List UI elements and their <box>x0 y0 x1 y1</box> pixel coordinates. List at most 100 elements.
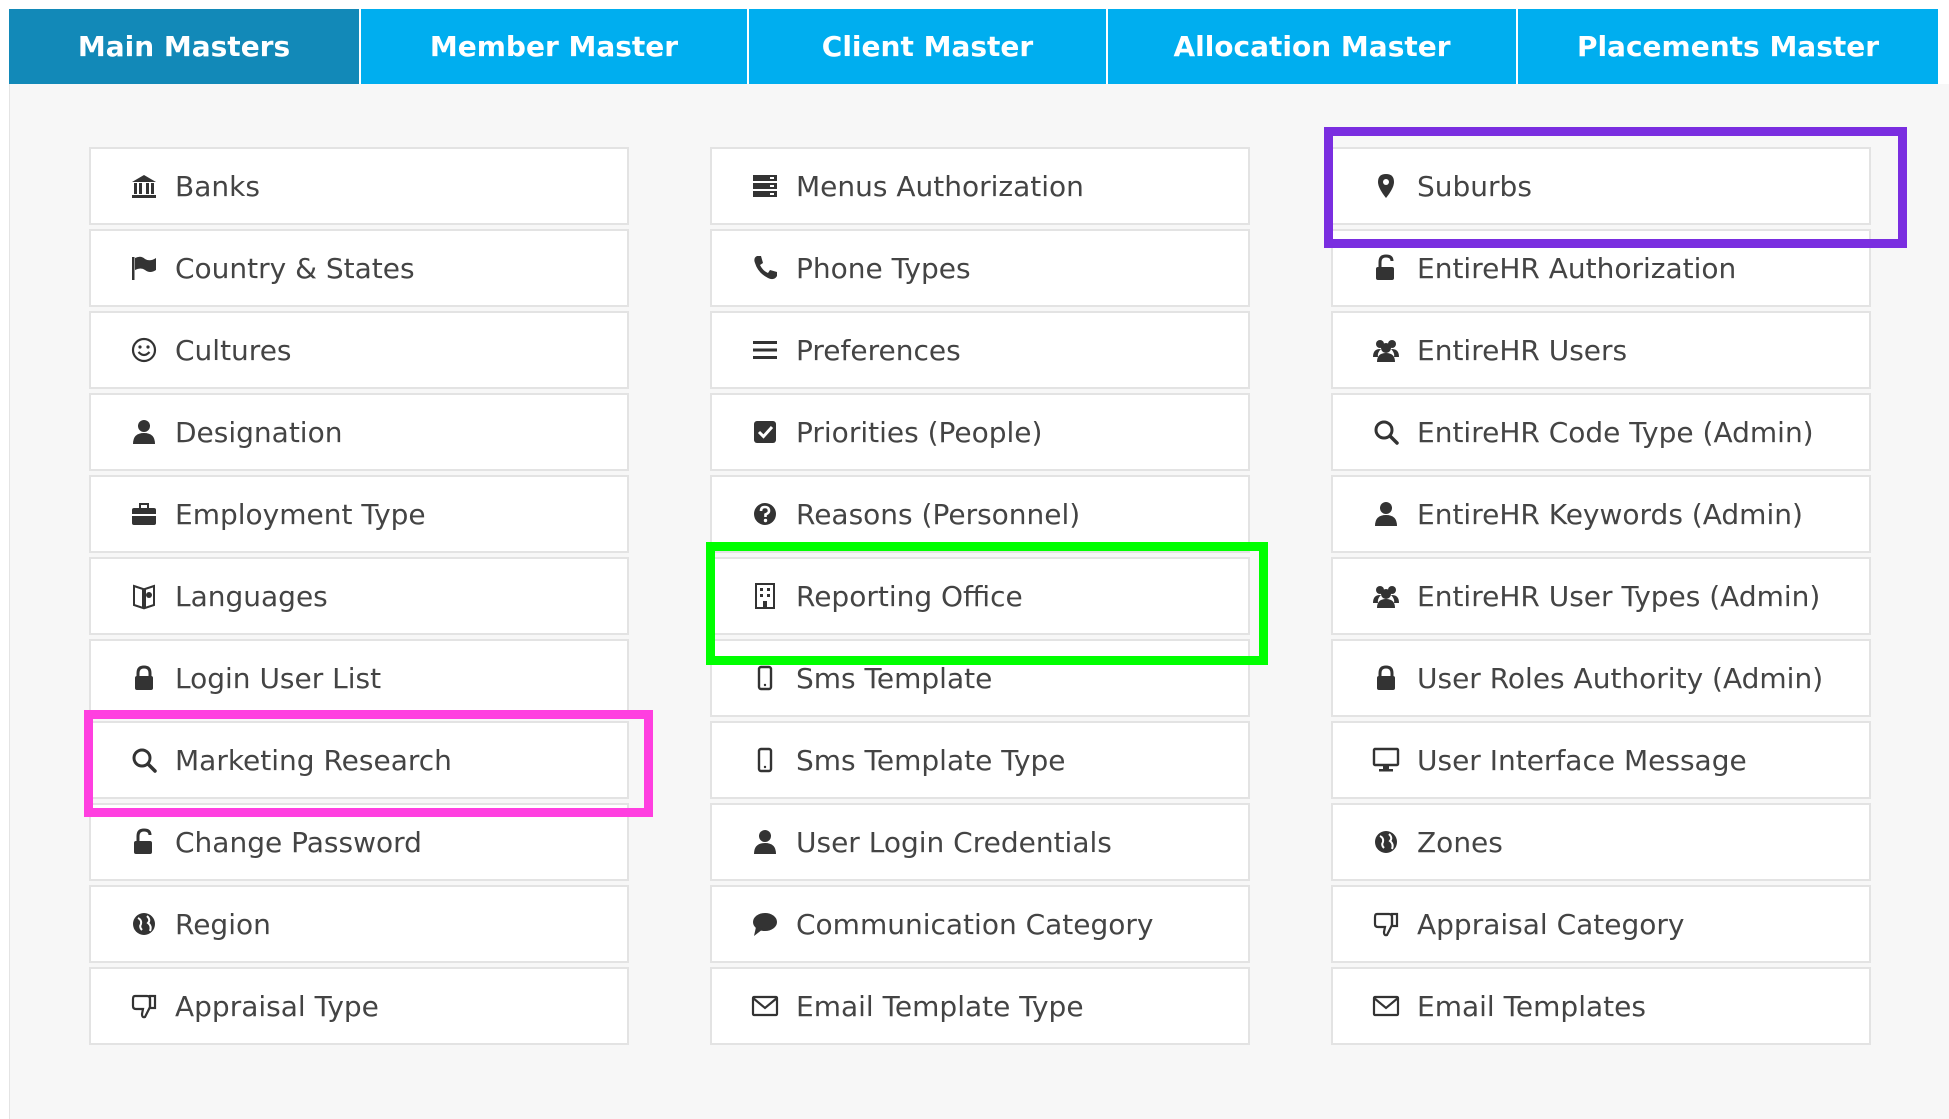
menu-item-label: Communication Category <box>796 907 1154 941</box>
menu-item-appraisal-type[interactable]: Appraisal Type <box>89 967 629 1045</box>
menu-item-user-roles-authority[interactable]: User Roles Authority (Admin) <box>1331 639 1871 717</box>
unlock-icon <box>1369 251 1403 285</box>
menu-item-label: Phone Types <box>796 251 971 285</box>
globe-book-icon <box>127 579 161 613</box>
menu-item-languages[interactable]: Languages <box>89 557 629 635</box>
unlock-icon <box>127 825 161 859</box>
user-icon <box>1369 497 1403 531</box>
users-icon <box>1369 333 1403 367</box>
menu-item-login-user-list[interactable]: Login User List <box>89 639 629 717</box>
tab-member-master[interactable]: Member Master <box>361 9 749 84</box>
tab-allocation-master[interactable]: Allocation Master <box>1108 9 1518 84</box>
tab-main-masters[interactable]: Main Masters <box>9 9 361 84</box>
menu-item-cultures[interactable]: Cultures <box>89 311 629 389</box>
menu-item-entirehr-users[interactable]: EntireHR Users <box>1331 311 1871 389</box>
menu-item-label: Login User List <box>175 661 382 695</box>
phone-icon <box>748 251 782 285</box>
menu-item-appraisal-category[interactable]: Appraisal Category <box>1331 885 1871 963</box>
menu-item-label: Change Password <box>175 825 422 859</box>
menu-item-sms-template-type[interactable]: Sms Template Type <box>710 721 1250 799</box>
lock-icon <box>1369 661 1403 695</box>
menu-item-entirehr-authorization[interactable]: EntireHR Authorization <box>1331 229 1871 307</box>
lock-icon <box>127 661 161 695</box>
menu-item-country-states[interactable]: Country & States <box>89 229 629 307</box>
masters-column-3: Suburbs EntireHR Authorization EntireHR … <box>1331 147 1871 1049</box>
main-tab-bar: Main Masters Member Master Client Master… <box>9 9 1938 84</box>
question-icon <box>748 497 782 531</box>
user-icon <box>748 825 782 859</box>
menu-item-label: EntireHR User Types (Admin) <box>1417 579 1821 613</box>
menu-item-phone-types[interactable]: Phone Types <box>710 229 1250 307</box>
menu-item-label: Email Template Type <box>796 989 1084 1023</box>
envelope-icon <box>1369 989 1403 1023</box>
menu-item-label: Marketing Research <box>175 743 452 777</box>
thumbs-down-icon <box>1369 907 1403 941</box>
envelope-icon <box>748 989 782 1023</box>
menu-item-label: Banks <box>175 169 260 203</box>
menu-item-region[interactable]: Region <box>89 885 629 963</box>
menu-item-label: EntireHR Keywords (Admin) <box>1417 497 1803 531</box>
menu-item-suburbs[interactable]: Suburbs <box>1331 147 1871 225</box>
briefcase-icon <box>127 497 161 531</box>
menu-item-label: EntireHR Authorization <box>1417 251 1737 285</box>
menu-item-reasons-personnel[interactable]: Reasons (Personnel) <box>710 475 1250 553</box>
menu-item-change-password[interactable]: Change Password <box>89 803 629 881</box>
menu-item-label: Email Templates <box>1417 989 1646 1023</box>
menu-item-label: Menus Authorization <box>796 169 1084 203</box>
menu-item-label: Languages <box>175 579 328 613</box>
menu-item-preferences[interactable]: Preferences <box>710 311 1250 389</box>
menu-item-label: Preferences <box>796 333 961 367</box>
menu-item-label: Reporting Office <box>796 579 1023 613</box>
user-icon <box>127 415 161 449</box>
masters-column-1: Banks Country & States Cultures Designat… <box>89 147 629 1049</box>
flag-icon <box>127 251 161 285</box>
menu-item-banks[interactable]: Banks <box>89 147 629 225</box>
menu-item-entirehr-code-type[interactable]: EntireHR Code Type (Admin) <box>1331 393 1871 471</box>
menu-item-email-template-type[interactable]: Email Template Type <box>710 967 1250 1045</box>
menu-item-label: Cultures <box>175 333 292 367</box>
menu-item-label: Designation <box>175 415 343 449</box>
bank-icon <box>127 169 161 203</box>
menu-item-label: User Interface Message <box>1417 743 1747 777</box>
thumbs-down-icon <box>127 989 161 1023</box>
menu-item-entirehr-keywords[interactable]: EntireHR Keywords (Admin) <box>1331 475 1871 553</box>
menu-item-label: User Login Credentials <box>796 825 1112 859</box>
menu-item-label: Priorities (People) <box>796 415 1043 449</box>
menu-item-designation[interactable]: Designation <box>89 393 629 471</box>
menu-item-user-login-credentials[interactable]: User Login Credentials <box>710 803 1250 881</box>
menu-item-label: Region <box>175 907 271 941</box>
checkbox-icon <box>748 415 782 449</box>
menu-item-label: EntireHR Users <box>1417 333 1628 367</box>
monitor-icon <box>1369 743 1403 777</box>
menu-item-user-interface-message[interactable]: User Interface Message <box>1331 721 1871 799</box>
globe-icon <box>127 907 161 941</box>
menu-item-marketing-research[interactable]: Marketing Research <box>89 721 629 799</box>
menu-item-email-templates[interactable]: Email Templates <box>1331 967 1871 1045</box>
menu-item-menus-authorization[interactable]: Menus Authorization <box>710 147 1250 225</box>
search-icon <box>127 743 161 777</box>
menu-item-label: EntireHR Code Type (Admin) <box>1417 415 1814 449</box>
menu-item-communication-category[interactable]: Communication Category <box>710 885 1250 963</box>
users-icon <box>1369 579 1403 613</box>
menu-item-label: Appraisal Category <box>1417 907 1685 941</box>
menu-item-label: Reasons (Personnel) <box>796 497 1081 531</box>
mobile-icon <box>748 743 782 777</box>
hamburger-icon <box>748 333 782 367</box>
menu-item-label: Employment Type <box>175 497 426 531</box>
masters-column-2: Menus Authorization Phone Types Preferen… <box>710 147 1250 1049</box>
search-icon <box>1369 415 1403 449</box>
menu-item-entirehr-user-types[interactable]: EntireHR User Types (Admin) <box>1331 557 1871 635</box>
tab-client-master[interactable]: Client Master <box>749 9 1108 84</box>
tab-placements-master[interactable]: Placements Master <box>1518 9 1938 84</box>
map-marker-icon <box>1369 169 1403 203</box>
menu-item-sms-template[interactable]: Sms Template <box>710 639 1250 717</box>
menu-item-employment-type[interactable]: Employment Type <box>89 475 629 553</box>
menu-item-label: Sms Template Type <box>796 743 1066 777</box>
menu-item-label: User Roles Authority (Admin) <box>1417 661 1824 695</box>
menu-item-zones[interactable]: Zones <box>1331 803 1871 881</box>
menu-item-reporting-office[interactable]: Reporting Office <box>710 557 1250 635</box>
menu-item-label: Country & States <box>175 251 415 285</box>
menu-item-label: Zones <box>1417 825 1503 859</box>
globe-icon <box>1369 825 1403 859</box>
menu-item-priorities-people[interactable]: Priorities (People) <box>710 393 1250 471</box>
